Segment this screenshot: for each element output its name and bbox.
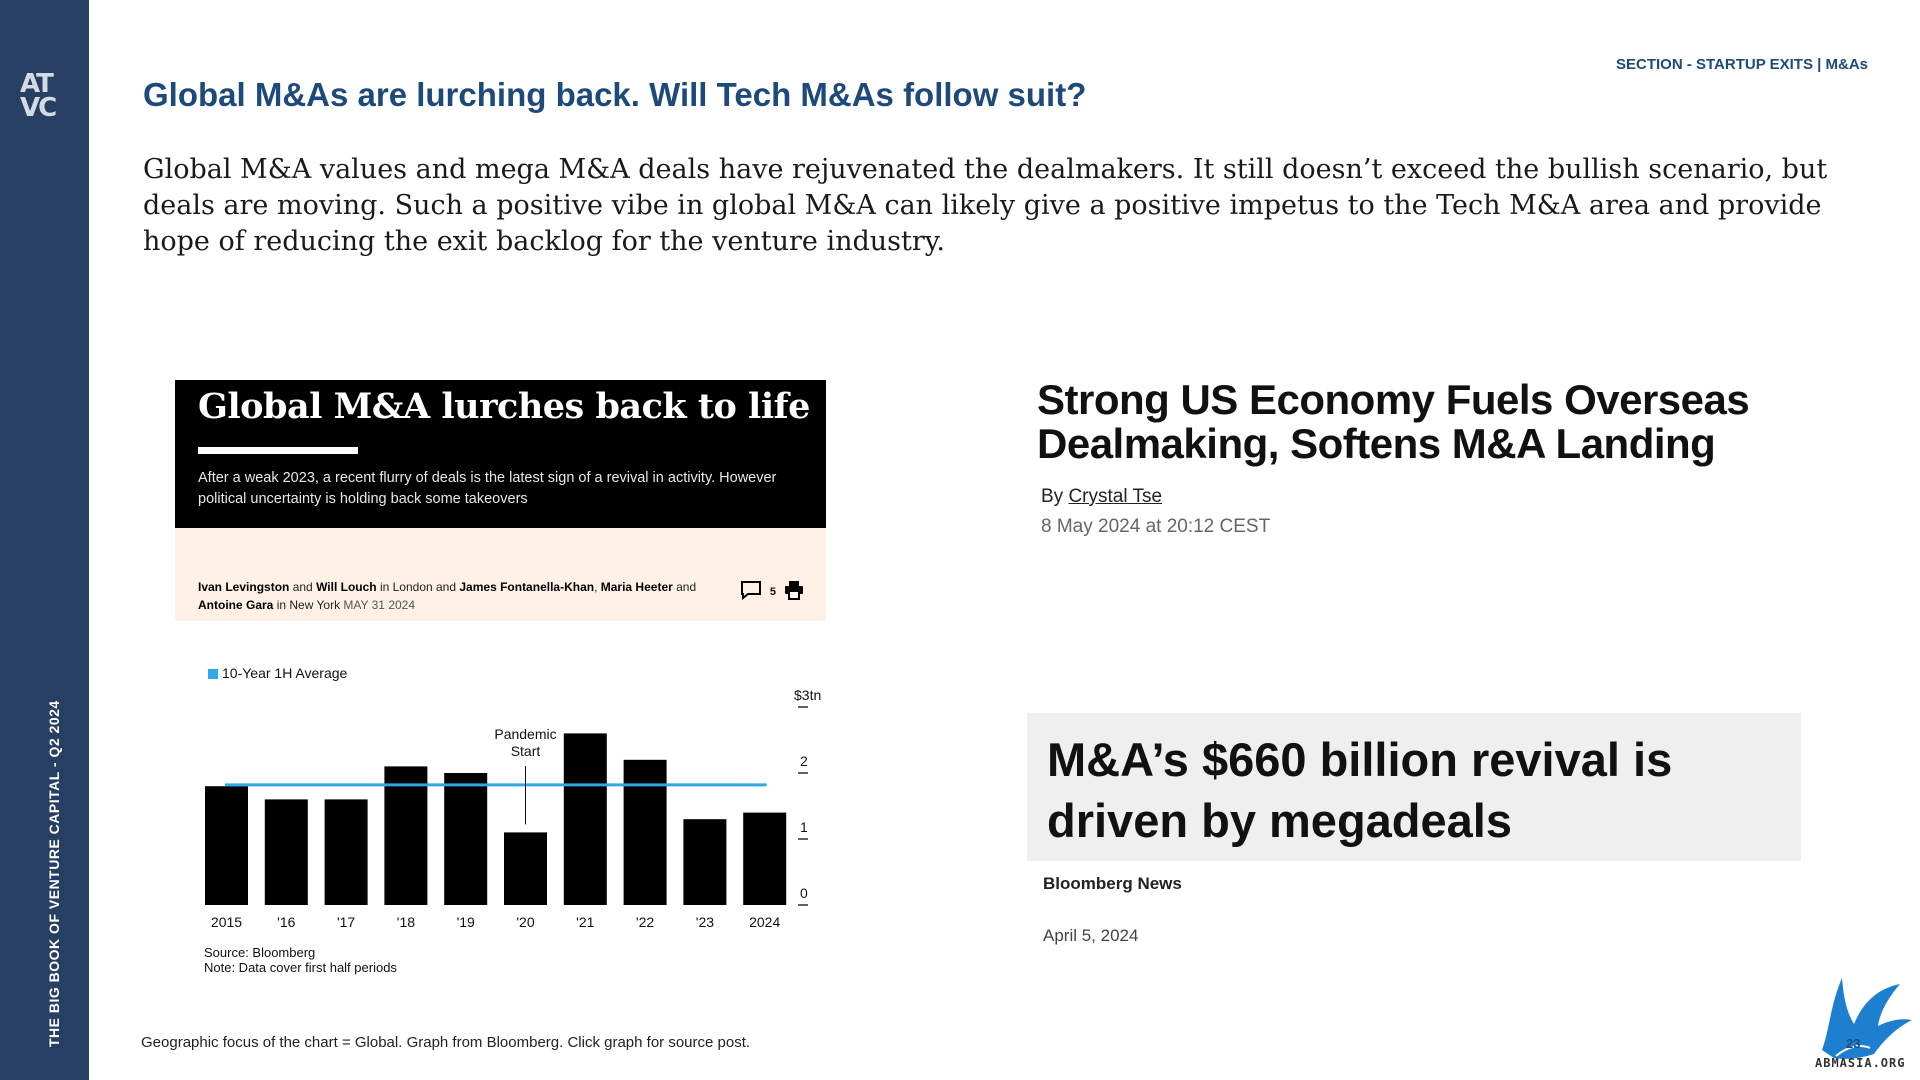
legend-label: 10-Year 1H Average xyxy=(222,665,348,681)
sidebar: AT VC THE BIG BOOK OF VENTURE CAPITAL - … xyxy=(0,0,89,1080)
x-tick-label: '18 xyxy=(397,914,415,930)
y-tick-label: 2 xyxy=(800,753,808,769)
ft-article-card[interactable]: Global M&A lurches back to life After a … xyxy=(175,380,826,621)
x-tick-label: '21 xyxy=(576,914,594,930)
bar xyxy=(683,819,727,905)
megadeals-headline: M&A’s $660 billion revival is driven by … xyxy=(1047,733,1673,847)
bloomberg-headline[interactable]: Strong US Economy Fuels Overseas Dealmak… xyxy=(1037,378,1920,466)
author-link[interactable]: Crystal Tse xyxy=(1068,486,1162,507)
x-tick-label: '16 xyxy=(277,914,295,930)
bar xyxy=(264,799,308,905)
bar xyxy=(743,812,787,905)
megadeals-date: April 5, 2024 xyxy=(1043,926,1139,945)
book-title-vertical: THE BIG BOOK OF VENTURE CAPITAL - Q2 202… xyxy=(46,700,62,1047)
print-icon[interactable] xyxy=(784,580,804,603)
chart-source: Source: Bloomberg xyxy=(204,945,316,960)
ft-article-header: Global M&A lurches back to life After a … xyxy=(175,380,826,528)
bloomberg-byline: By Crystal Tse xyxy=(1041,486,1163,507)
ft-article-meta: Ivan Levingston and Will Louch in London… xyxy=(175,528,826,621)
brand-watermark: ABMASIA.ORG xyxy=(1815,1056,1906,1070)
ft-actions: 5 xyxy=(740,580,804,603)
bar xyxy=(563,733,607,905)
y-tick-label: 0 xyxy=(800,885,808,901)
megadeals-source: Bloomberg News xyxy=(1043,874,1182,893)
chart-notes: Source: Bloomberg Note: Data cover first… xyxy=(204,945,397,975)
section-label: SECTION - STARTUP EXITS | M&As xyxy=(1616,56,1868,73)
y-tick-label: 1 xyxy=(800,819,808,835)
footnote: Geographic focus of the chart = Global. … xyxy=(141,1034,751,1051)
bar xyxy=(623,759,667,905)
bar xyxy=(444,773,488,905)
ft-rule xyxy=(198,447,358,454)
ft-standfirst: After a weak 2023, a recent flurry of de… xyxy=(198,470,777,507)
x-tick-label: 2015 xyxy=(211,914,242,930)
bloomberg-date: 8 May 2024 at 20:12 CEST xyxy=(1041,516,1271,537)
comment-count: 5 xyxy=(769,585,776,598)
page-number: 23 xyxy=(1846,1036,1861,1051)
x-tick-label: '20 xyxy=(516,914,534,930)
comment-icon[interactable] xyxy=(740,580,762,603)
x-tick-label: 2024 xyxy=(749,914,780,930)
chart-canvas: 10-Year 1H Average 0 1 2 $3tn 2015 '16 '17 '18 '1… xyxy=(205,665,821,930)
bar xyxy=(324,799,368,905)
page-title: Global M&As are lurching back. Will Tech… xyxy=(143,76,1087,113)
intro-paragraph: Global M&A values and mega M&A deals hav… xyxy=(143,154,1828,257)
x-tick-label: '17 xyxy=(337,914,355,930)
annotation-label-line2: Start xyxy=(511,743,541,759)
ft-headline: Global M&A lurches back to life xyxy=(198,386,810,427)
x-tick-label: '23 xyxy=(696,914,714,930)
x-tick-label: '19 xyxy=(457,914,475,930)
y-tick-label: $3tn xyxy=(794,687,821,703)
legend-swatch xyxy=(208,669,218,679)
megadeals-card[interactable]: M&A’s $660 billion revival is driven by … xyxy=(1027,713,1801,861)
chart-note: Note: Data cover first half periods xyxy=(204,960,397,975)
atvc-logo: AT VC xyxy=(20,69,57,123)
ma-volume-chart[interactable]: 10-Year 1H Average 0 1 2 $3tn 2015 '16 '17 '18 '1… xyxy=(190,660,850,980)
bar xyxy=(205,786,248,905)
x-tick-label: '22 xyxy=(636,914,654,930)
ft-byline: Ivan Levingston and Will Louch in London… xyxy=(198,580,697,612)
bar xyxy=(384,766,428,905)
annotation-label-line1: Pandemic xyxy=(494,726,556,742)
bar xyxy=(504,832,547,905)
